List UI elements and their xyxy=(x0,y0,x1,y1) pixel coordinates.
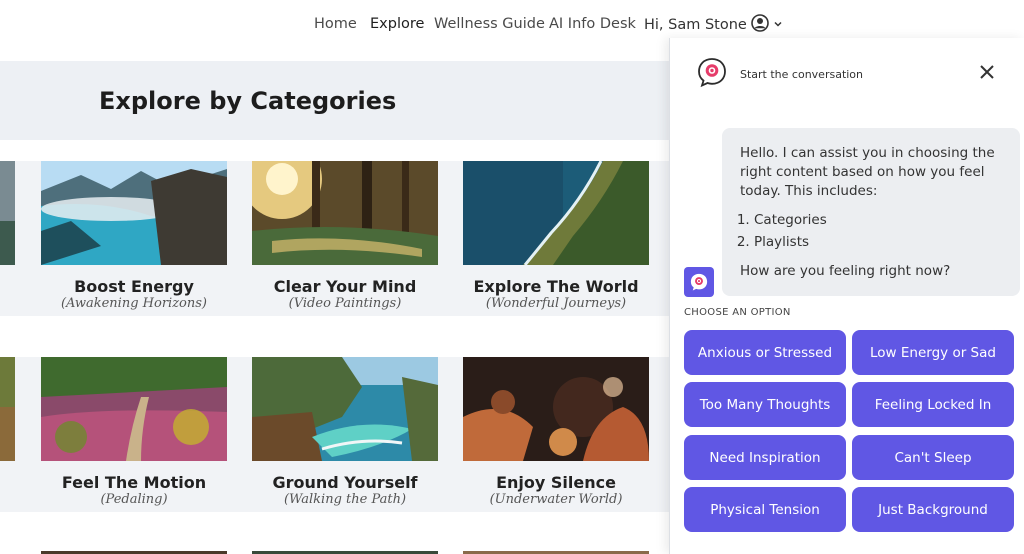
card-thumbnail[interactable] xyxy=(41,357,227,461)
user-menu[interactable]: Hi, Sam Stone xyxy=(644,14,783,36)
chat-header: Start the conversation xyxy=(696,56,863,92)
card-thumbnail[interactable] xyxy=(463,357,649,461)
user-circle-icon xyxy=(751,14,769,36)
partial-card-thumbnail[interactable] xyxy=(0,357,15,461)
list-item: Categories xyxy=(754,209,1002,231)
option-just-background-button[interactable]: Just Background xyxy=(852,487,1014,532)
card-title: Enjoy Silence xyxy=(496,473,616,492)
option-need-inspiration-button[interactable]: Need Inspiration xyxy=(684,435,846,480)
chat-bot-icon xyxy=(696,56,728,92)
chevron-down-icon xyxy=(773,17,783,33)
category-header-band: Explore by Categories xyxy=(0,61,700,140)
option-physical-tension-button[interactable]: Physical Tension xyxy=(684,487,846,532)
card-subtitle: (Wonderful Journeys) xyxy=(485,296,627,311)
close-icon[interactable] xyxy=(978,63,996,81)
chat-header-label: Start the conversation xyxy=(740,67,864,81)
card-thumbnail[interactable] xyxy=(41,161,227,265)
nav-explore[interactable]: Explore xyxy=(370,16,424,32)
card-thumbnail[interactable] xyxy=(252,357,438,461)
card-thumbnail[interactable] xyxy=(252,161,438,265)
partial-card-thumbnail[interactable] xyxy=(0,161,15,265)
nav-ai-info-desk[interactable]: AI Info Desk xyxy=(549,16,636,32)
option-cant-sleep-button[interactable]: Can't Sleep xyxy=(852,435,1014,480)
list-item: Playlists xyxy=(754,231,1002,253)
message-question: How are you feeling right now? xyxy=(740,263,951,279)
option-low-energy-button[interactable]: Low Energy or Sad xyxy=(852,330,1014,375)
page-title: Explore by Categories xyxy=(99,87,397,115)
card-subtitle: (Pedaling) xyxy=(100,492,168,507)
card-title: Feel The Motion xyxy=(61,473,207,492)
chat-message-bubble: Hello. I can assist you in choosing the … xyxy=(722,128,1020,296)
message-intro: Hello. I can assist you in choosing the … xyxy=(740,145,995,199)
card-subtitle: (Walking the Path) xyxy=(283,492,407,507)
option-feeling-locked-in-button[interactable]: Feeling Locked In xyxy=(852,382,1014,427)
bot-avatar-icon xyxy=(684,267,714,297)
card-title: Boost Energy xyxy=(74,277,194,296)
card-subtitle: (Underwater World) xyxy=(489,492,623,507)
card-thumbnail[interactable] xyxy=(463,161,649,265)
card-title: Ground Yourself xyxy=(272,473,418,492)
card-subtitle: (Awakening Horizons) xyxy=(60,296,207,311)
choose-option-label: CHOOSE AN OPTION xyxy=(684,307,791,318)
option-too-many-thoughts-button[interactable]: Too Many Thoughts xyxy=(684,382,846,427)
card-subtitle: (Video Paintings) xyxy=(288,296,402,311)
message-list: Categories Playlists xyxy=(754,209,1002,253)
chat-panel: Start the conversation Hello. I can assi… xyxy=(669,38,1024,554)
option-anxious-button[interactable]: Anxious or Stressed xyxy=(684,330,846,375)
nav-home[interactable]: Home xyxy=(314,16,357,32)
user-greeting: Hi, Sam Stone xyxy=(644,17,747,33)
card-title: Clear Your Mind xyxy=(273,277,417,296)
card-title: Explore The World xyxy=(473,277,639,296)
nav-wellness-guide[interactable]: Wellness Guide xyxy=(434,16,545,32)
